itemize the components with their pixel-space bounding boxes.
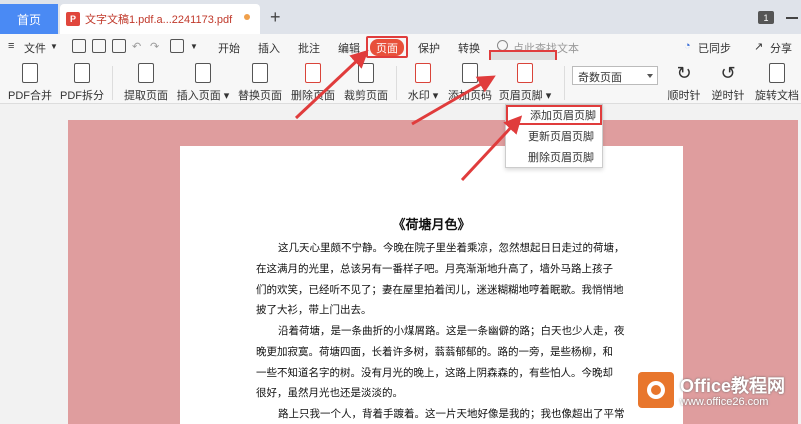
minimize-icon[interactable]	[786, 17, 798, 19]
hamburger-menu-icon[interactable]: ≡	[8, 40, 14, 52]
text-line: 很好，虽然月光也还是淡淡的。	[256, 387, 403, 400]
share-button[interactable]: 分享	[770, 40, 792, 56]
extract-page-button[interactable]: 提取页面	[124, 60, 168, 104]
menu-edit[interactable]: 编辑	[338, 40, 360, 56]
insert-page-icon	[192, 63, 214, 85]
add-header-footer-item[interactable]: 添加页眉页脚	[506, 105, 602, 125]
unsaved-dot-icon	[244, 14, 250, 20]
rotate-doc-icon	[766, 63, 788, 85]
menu-protect[interactable]: 保护	[418, 40, 440, 56]
rotate-cw-icon: ↻	[676, 63, 692, 83]
text-line: 沿着荷塘，是一条曲折的小煤屑路。这是一条幽僻的路；白天也少人走，夜	[278, 325, 625, 337]
split-icon	[71, 63, 93, 85]
crop-page-icon	[355, 63, 377, 85]
crop-page-button[interactable]: 裁剪页面	[344, 60, 388, 104]
header-footer-icon	[514, 63, 536, 85]
pdf-merge-button[interactable]: PDF合并	[8, 60, 52, 104]
file-dropdown-chevron-icon[interactable]: ▼	[50, 42, 58, 51]
extract-page-icon	[135, 63, 157, 85]
update-header-footer-item[interactable]: 更新页眉页脚	[506, 126, 602, 146]
toolbar-divider	[112, 66, 113, 100]
delete-header-footer-item[interactable]: 删除页眉页脚	[506, 147, 602, 167]
watermark-url: www.office26.com	[680, 396, 769, 408]
toolbar-divider	[564, 66, 565, 100]
page-toolbar: PDF合并 PDF拆分 提取页面 插入页面 ▾ 替换页面 删除页面 裁剪页面 水…	[0, 60, 801, 104]
insert-page-button[interactable]: 插入页面 ▾	[176, 60, 230, 104]
text-line: 一些不知道名字的树。没有月光的晚上，这路上阴森森的，有些怕人。今晚却	[256, 366, 613, 379]
replace-page-button[interactable]: 替换页面	[238, 60, 282, 104]
menu-comment[interactable]: 批注	[298, 40, 320, 56]
toolbar-divider	[396, 66, 397, 100]
office-logo-icon	[638, 372, 674, 408]
delete-page-button[interactable]: 删除页面	[291, 60, 335, 104]
text-line: 这几天心里颇不宁静。今晚在院子里坐着乘凉，忽然想起日日走过的荷塘，	[278, 242, 625, 254]
rotate-ccw-label: 逆时针	[711, 90, 745, 102]
menu-convert[interactable]: 转换	[458, 40, 480, 56]
insert-page-label: 插入页面 ▾	[176, 90, 230, 102]
watermark-icon	[412, 63, 434, 85]
crop-page-label: 裁剪页面	[344, 90, 388, 102]
odd-page-select-value: 奇数页面	[578, 72, 622, 84]
pdf-file-icon: P	[66, 12, 80, 26]
watermark-label: 水印 ▾	[407, 90, 439, 102]
document-page: 《荷塘月色》 这几天心里颇不宁静。今晚在院子里坐着乘凉，忽然想起日日走过的荷塘，…	[180, 146, 683, 424]
page-number-icon	[459, 63, 481, 85]
paragraph-1: 这几天心里颇不宁静。今晚在院子里坐着乘凉，忽然想起日日走过的荷塘， 在这满月的光…	[256, 238, 625, 321]
sync-status[interactable]: 已同步	[698, 40, 731, 56]
new-tab-button[interactable]: +	[270, 8, 281, 26]
new-file-icon[interactable]	[72, 39, 86, 53]
delete-page-label: 删除页面	[291, 90, 335, 102]
rotate-doc-label: 旋转文档	[755, 90, 799, 102]
header-footer-dropdown: 添加页眉页脚 更新页眉页脚 删除页眉页脚	[505, 104, 603, 168]
add-page-number-button[interactable]: 添加页码	[448, 60, 492, 104]
tab-bar: 首页 P 文字文稿1.pdf.a...2241173.pdf + 1	[0, 0, 801, 34]
header-footer-button[interactable]: 页眉页脚 ▾	[498, 60, 552, 104]
rotate-ccw-button[interactable]: ↺ 逆时针	[708, 60, 748, 104]
extract-page-label: 提取页面	[124, 90, 168, 102]
undo-icon[interactable]: ↶	[132, 40, 141, 53]
quick-access-chevron-icon[interactable]: ▼	[190, 42, 198, 51]
watermark-title: Office教程网	[680, 376, 786, 396]
pdf-split-label: PDF拆分	[60, 90, 104, 102]
merge-icon	[19, 63, 41, 85]
pdf-split-button[interactable]: PDF拆分	[60, 60, 104, 104]
chevron-down-icon	[647, 74, 653, 78]
sync-status-icon[interactable]: ◔	[684, 40, 691, 52]
site-watermark: Office教程网 www.office26.com	[638, 368, 798, 420]
pdf-merge-label: PDF合并	[8, 90, 52, 102]
odd-page-select[interactable]: 奇数页面	[572, 66, 658, 85]
tab-document[interactable]: P 文字文稿1.pdf.a...2241173.pdf	[60, 4, 260, 34]
window-count-badge[interactable]: 1	[758, 11, 774, 24]
text-line: 路上只我一个人，背着手踱着。这一片天地好像是我的；我也像超出了平常	[278, 408, 625, 420]
file-menu[interactable]: 文件	[24, 40, 46, 56]
menu-start[interactable]: 开始	[218, 40, 240, 56]
share-icon[interactable]: ↗	[754, 40, 763, 53]
rotate-cw-label: 顺时针	[667, 90, 701, 102]
tab-home[interactable]: 首页	[0, 4, 58, 34]
format-painter-icon[interactable]	[170, 39, 184, 53]
text-line: 晚更加寂寞。荷塘四面，长着许多树，蓊蓊郁郁的。路的一旁，是些杨柳，和	[256, 345, 613, 358]
paragraph-3: 路上只我一个人，背着手踱着。这一片天地好像是我的；我也像超出了平常	[256, 404, 625, 424]
menu-page[interactable]: 页面	[370, 39, 404, 56]
text-line: 在这满月的光里，总该另有一番样子吧。月亮渐渐地升高了，墙外马路上孩子	[256, 262, 613, 275]
tab-document-title: 文字文稿1.pdf.a...2241173.pdf	[85, 14, 233, 26]
add-page-number-label: 添加页码	[448, 90, 492, 102]
text-line: 们的欢笑，已经听不见了；妻在屋里拍着闰儿，迷迷糊糊地哼着眠歌。我悄悄地	[256, 283, 624, 296]
delete-page-icon	[302, 63, 324, 85]
rotate-cw-button[interactable]: ↻ 顺时针	[664, 60, 704, 104]
replace-page-label: 替换页面	[238, 90, 282, 102]
rotate-doc-button[interactable]: 旋转文档	[754, 60, 800, 104]
menu-insert[interactable]: 插入	[258, 40, 280, 56]
text-line: 披了大衫，带上门出去。	[256, 304, 372, 317]
paragraph-2: 沿着荷塘，是一条曲折的小煤屑路。这是一条幽僻的路；白天也少人走，夜 晚更加寂寞。…	[256, 321, 625, 404]
watermark-button[interactable]: 水印 ▾	[406, 60, 440, 104]
document-title: 《荷塘月色》	[392, 218, 471, 233]
redo-icon[interactable]: ↷	[150, 40, 159, 53]
rotate-ccw-icon: ↺	[720, 63, 736, 83]
print-icon[interactable]	[112, 39, 126, 53]
header-footer-label: 页眉页脚 ▾	[498, 90, 552, 102]
replace-page-icon	[249, 63, 271, 85]
open-folder-icon[interactable]	[92, 39, 106, 53]
